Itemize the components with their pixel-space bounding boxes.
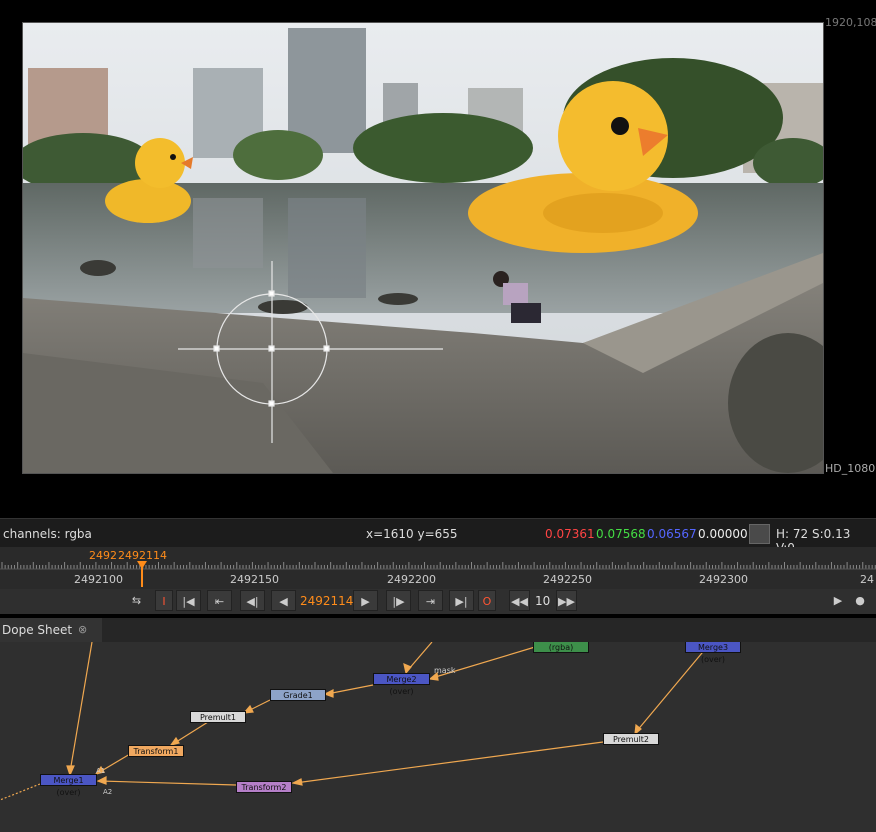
- blue-value: 0.06567: [647, 527, 697, 541]
- play-backward-button[interactable]: ◀: [271, 590, 296, 611]
- tick-label: 2492200: [387, 573, 436, 586]
- flipbook-icon[interactable]: ▶: [829, 590, 847, 611]
- prev-frame-button[interactable]: ◀|: [240, 590, 265, 611]
- frame-field[interactable]: 2492114: [300, 594, 353, 608]
- green-value: 0.07568: [596, 527, 646, 541]
- close-icon[interactable]: ⊗: [78, 618, 87, 642]
- node-premult2[interactable]: Premult2: [603, 733, 659, 745]
- node-premult1[interactable]: Premult1: [190, 711, 246, 723]
- cursor-coords: x=1610 y=655: [366, 527, 458, 541]
- node-grade1[interactable]: Grade1: [270, 689, 326, 701]
- transport-controls: ⇆ I |◀ ⇤ ◀| ◀ 2492114 ▶ |▶ ⇥ ▶| O ◀◀ 10 …: [0, 589, 876, 614]
- skip-back-button[interactable]: ◀◀: [509, 590, 530, 611]
- node-read[interactable]: (rgba): [533, 642, 589, 653]
- out-point-button[interactable]: O: [478, 590, 496, 611]
- next-frame-button[interactable]: |▶: [386, 590, 411, 611]
- tick-label: 2492100: [74, 573, 123, 586]
- alpha-value: 0.00000: [698, 527, 748, 541]
- first-frame-button[interactable]: |◀: [176, 590, 201, 611]
- node-merge3[interactable]: Merge3 (over): [685, 642, 741, 664]
- in-point-button[interactable]: I: [155, 590, 173, 611]
- ghost-frame-label: 2492: [89, 549, 117, 562]
- viewer-info-bar: channels: rgba x=1610 y=655 0.07361 0.07…: [0, 518, 876, 555]
- prev-keyframe-button[interactable]: ⇤: [207, 590, 232, 611]
- a2-input-label: A2: [103, 788, 113, 796]
- viewer-image[interactable]: [22, 22, 824, 474]
- format-label-bottom: HD_1080: [825, 462, 876, 475]
- color-swatch: [749, 524, 770, 544]
- node-transform2[interactable]: Transform2: [236, 781, 292, 793]
- a1-input-label: A1: [96, 767, 106, 775]
- node-transform1[interactable]: Transform1: [128, 745, 184, 757]
- panel-tab-bar: Dope Sheet ⊗: [0, 618, 876, 642]
- channels-readout: channels: rgba: [3, 527, 92, 541]
- increment-field[interactable]: 10: [535, 594, 550, 608]
- last-frame-button[interactable]: ▶|: [449, 590, 474, 611]
- viewer-panel[interactable]: 1920,108 HD_1080: [0, 0, 876, 518]
- tick-label: 2492300: [699, 573, 748, 586]
- node-merge2[interactable]: Merge2 (over): [373, 673, 430, 696]
- node-merge1[interactable]: Merge1 (over): [40, 774, 97, 797]
- tick-label: 2492150: [230, 573, 279, 586]
- timeline[interactable]: 2492 2492114 2492100 2492150 2492200 249…: [0, 547, 876, 589]
- red-value: 0.07361: [545, 527, 595, 541]
- scene-image: [23, 23, 823, 473]
- next-keyframe-button[interactable]: ⇥: [418, 590, 443, 611]
- tick-label: 24: [860, 573, 874, 586]
- skip-forward-button[interactable]: ▶▶: [556, 590, 577, 611]
- node-graph[interactable]: (rgba) Merge3 (over) Merge2 (over) mask …: [0, 642, 876, 832]
- render-icon[interactable]: ●: [851, 590, 869, 611]
- format-label-top: 1920,108: [825, 16, 876, 29]
- play-forward-button[interactable]: ▶: [353, 590, 378, 611]
- tab-dope-sheet-label: Dope Sheet: [2, 623, 73, 637]
- tick-label: 2492250: [543, 573, 592, 586]
- tab-dope-sheet[interactable]: Dope Sheet ⊗: [0, 618, 102, 642]
- mask-input-label: mask: [434, 666, 456, 675]
- current-frame-label: 2492114: [118, 549, 167, 562]
- loop-mode-icon[interactable]: ⇆: [124, 590, 149, 611]
